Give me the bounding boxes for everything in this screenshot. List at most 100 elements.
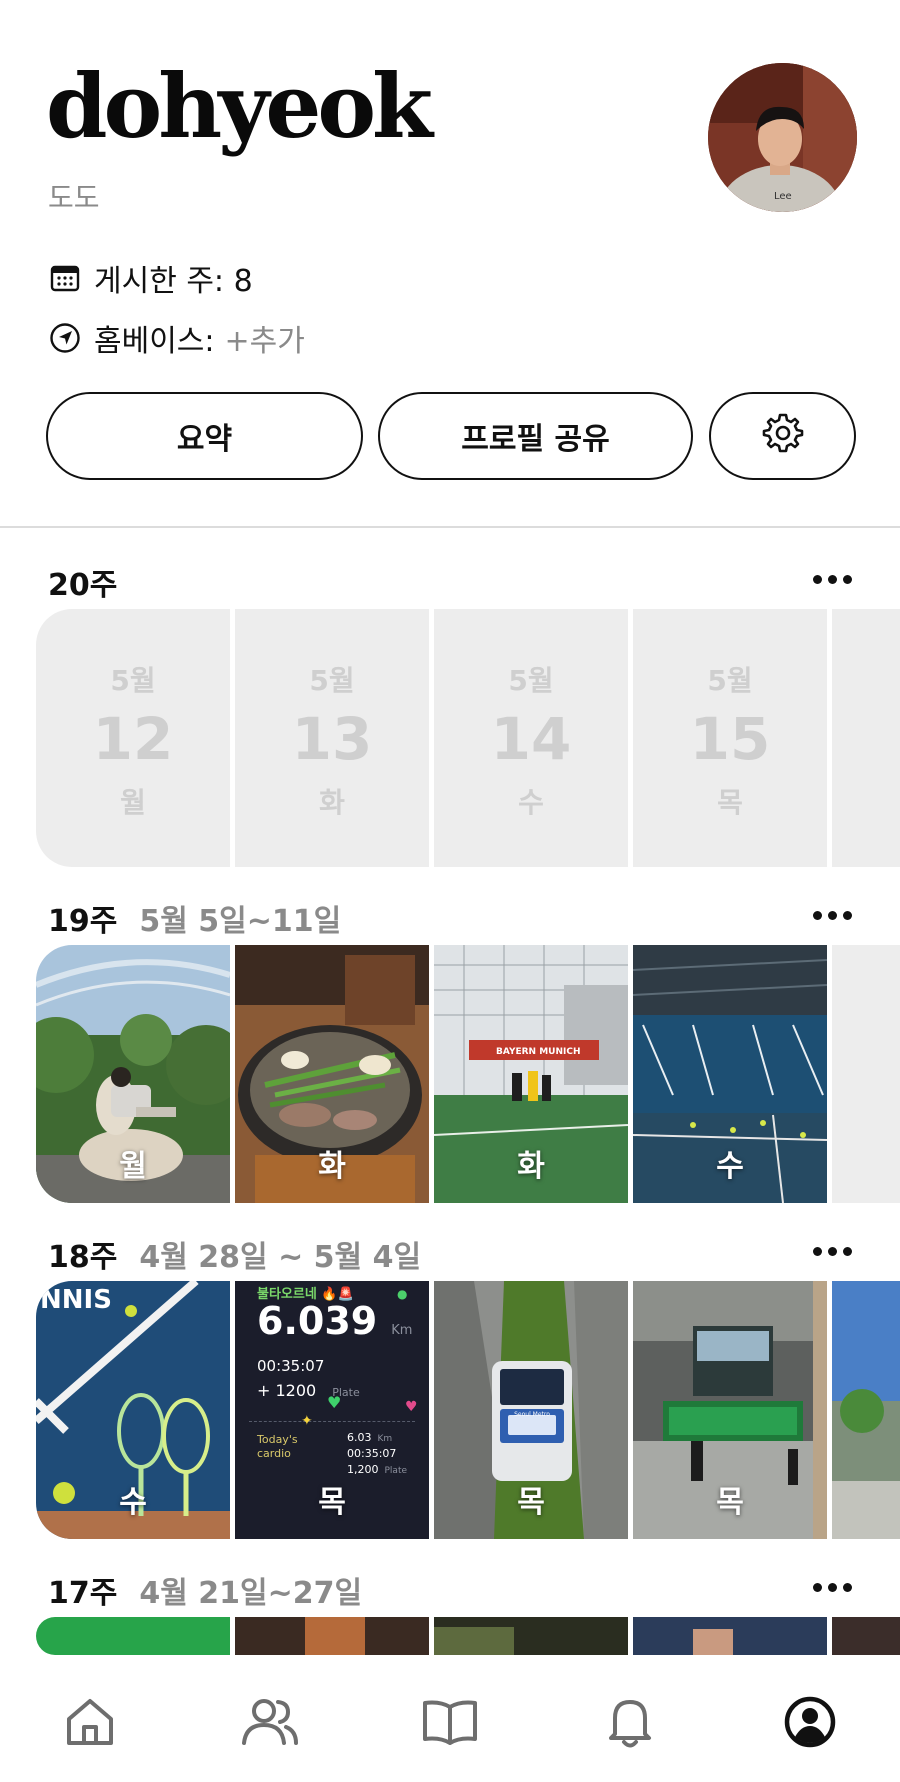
outdoor-photo-partial — [832, 1281, 900, 1539]
week-more-button[interactable] — [813, 575, 852, 584]
app-bonus: + 1200 — [257, 1381, 317, 1400]
week-range: 4월 28일 ~ 5월 4일 — [139, 1240, 422, 1275]
app-card-title: Today's cardio — [257, 1433, 298, 1460]
week-header: 17주 4월 21일~27일 — [48, 1568, 362, 1612]
friends-icon — [242, 1699, 298, 1745]
app-card-plate: 1,200 — [347, 1463, 379, 1476]
app-card-distance: 6.03 — [347, 1431, 372, 1444]
day-weekday: 수 — [518, 786, 544, 819]
homebase-label: 홈베이스: — [94, 324, 215, 359]
app-card-plate-row: 1,200 Plate — [347, 1463, 407, 1476]
app-distance: 6.039 — [257, 1299, 378, 1343]
day-weekday: 월 — [120, 786, 146, 819]
photo-cell[interactable]: 화 — [235, 945, 429, 1203]
week-strip[interactable]: 월 화 BAYERN MUNICH 화 수 — [36, 945, 900, 1203]
day-month: 5월 — [508, 664, 554, 697]
green-heart-icon: ♥ — [327, 1393, 342, 1412]
empty-day-cell-partial[interactable] — [832, 609, 900, 867]
day-month: 5월 — [707, 664, 753, 697]
tab-profile[interactable] — [775, 1687, 845, 1757]
day-weekday: 화 — [319, 786, 345, 819]
profile-icon — [784, 1696, 836, 1748]
gear-icon — [762, 411, 804, 461]
empty-day-cell[interactable]: 5월 12 월 — [36, 609, 230, 867]
photo-cell[interactable]: 불타오르네 🔥🚨 6.039 Km 00:35:07 + 1200 Plate … — [235, 1281, 429, 1539]
photo-day-label: 화 — [517, 1149, 545, 1184]
photo-cell[interactable] — [633, 1617, 827, 1655]
week-strip[interactable] — [36, 1617, 900, 1655]
tab-book[interactable] — [415, 1687, 485, 1757]
photo-cell[interactable]: 월 — [36, 945, 230, 1203]
homebase-add-link[interactable]: +추가 — [225, 316, 305, 360]
posted-weeks-label: 게시한 주: 8 — [94, 264, 253, 299]
day-month: 5월 — [309, 664, 355, 697]
week-header: 20주 — [48, 560, 139, 604]
app-separator — [249, 1421, 415, 1422]
gate-screen-text: Seoul Metro — [514, 1411, 550, 1418]
svg-text:BAYERN MUNICH: BAYERN MUNICH — [496, 1047, 581, 1057]
week-label: 20주 — [48, 568, 118, 603]
sparkle-icon: ✦ — [301, 1413, 313, 1429]
share-profile-button[interactable]: 프로필 공유 — [378, 392, 693, 480]
photo-cell-partial[interactable] — [832, 1617, 900, 1655]
day-date: 13 — [291, 705, 373, 773]
photo-day-label: 화 — [318, 1149, 346, 1184]
home-icon — [67, 1699, 113, 1745]
settings-button[interactable] — [709, 392, 856, 480]
app-card-plate-unit: Plate — [384, 1466, 408, 1476]
summary-button[interactable]: 요약 — [46, 392, 363, 480]
photo-cell[interactable]: NNIS 수 — [36, 1281, 230, 1539]
photo-cell[interactable]: 수 — [633, 945, 827, 1203]
svg-text:Lee: Lee — [774, 191, 792, 202]
photo-cell[interactable] — [36, 1617, 230, 1655]
week-strip[interactable]: 5월 12 월 5월 13 화 5월 14 수 5월 15 목 — [36, 609, 900, 867]
calendar-icon — [48, 261, 82, 295]
week-more-button[interactable] — [813, 911, 852, 920]
homebase-row[interactable]: 홈베이스: +추가 — [48, 316, 305, 360]
tab-friends[interactable] — [235, 1687, 305, 1757]
photo-day-label: 목 — [716, 1485, 744, 1520]
photo-day-label: 월 — [119, 1149, 147, 1184]
profile-nickname: 도도 — [48, 181, 100, 214]
app-badge-icon: ● — [397, 1287, 408, 1301]
book-icon — [423, 1700, 477, 1745]
photo-cell[interactable]: BAYERN MUNICH 화 — [434, 945, 628, 1203]
app-card-time: 00:35:07 — [347, 1447, 397, 1460]
section-divider — [0, 526, 900, 528]
photo-cell[interactable] — [434, 1617, 628, 1655]
photo-cell-partial[interactable] — [832, 1281, 900, 1539]
week-label: 19주 — [48, 904, 118, 939]
photo-day-label: 수 — [716, 1149, 744, 1184]
day-date: 14 — [490, 705, 572, 773]
week-header: 18주 4월 28일 ~ 5월 4일 — [48, 1232, 421, 1276]
photo-day-label: 목 — [517, 1485, 545, 1520]
week-strip[interactable]: NNIS 수 불타오르네 🔥🚨 6.039 Km 00:35:07 + 1200… — [36, 1281, 900, 1539]
day-month: 5월 — [110, 664, 156, 697]
app-distance-unit: Km — [391, 1323, 413, 1338]
tab-home[interactable] — [55, 1687, 125, 1757]
empty-day-cell[interactable]: 5월 13 화 — [235, 609, 429, 867]
week-range: 4월 21일~27일 — [139, 1576, 363, 1611]
photo-cell[interactable]: Seoul Metro 목 — [434, 1281, 628, 1539]
photo-cell[interactable]: 목 — [633, 1281, 827, 1539]
avatar[interactable]: Lee — [708, 63, 857, 212]
location-arrow-icon — [48, 321, 82, 355]
app-card-distance-row: 6.03 Km — [347, 1431, 392, 1444]
empty-day-cell[interactable]: 5월 14 수 — [434, 609, 628, 867]
bottom-tab-bar — [0, 1655, 900, 1782]
photo-day-label: 수 — [119, 1485, 147, 1520]
empty-day-cell-partial[interactable] — [832, 945, 900, 1203]
tennis-sign-text: NNIS — [40, 1285, 112, 1315]
week-label: 18주 — [48, 1240, 118, 1275]
app-card-distance-unit: Km — [377, 1434, 393, 1444]
posted-weeks-row: 게시한 주: 8 — [48, 256, 253, 300]
pink-heart-icon: ♥ — [405, 1399, 418, 1415]
week-more-button[interactable] — [813, 1583, 852, 1592]
day-date: 12 — [92, 705, 174, 773]
app-time: 00:35:07 — [257, 1357, 325, 1375]
week-more-button[interactable] — [813, 1247, 852, 1256]
empty-day-cell[interactable]: 5월 15 목 — [633, 609, 827, 867]
week-label: 17주 — [48, 1576, 118, 1611]
photo-cell[interactable] — [235, 1617, 429, 1655]
tab-notifications[interactable] — [595, 1687, 665, 1757]
